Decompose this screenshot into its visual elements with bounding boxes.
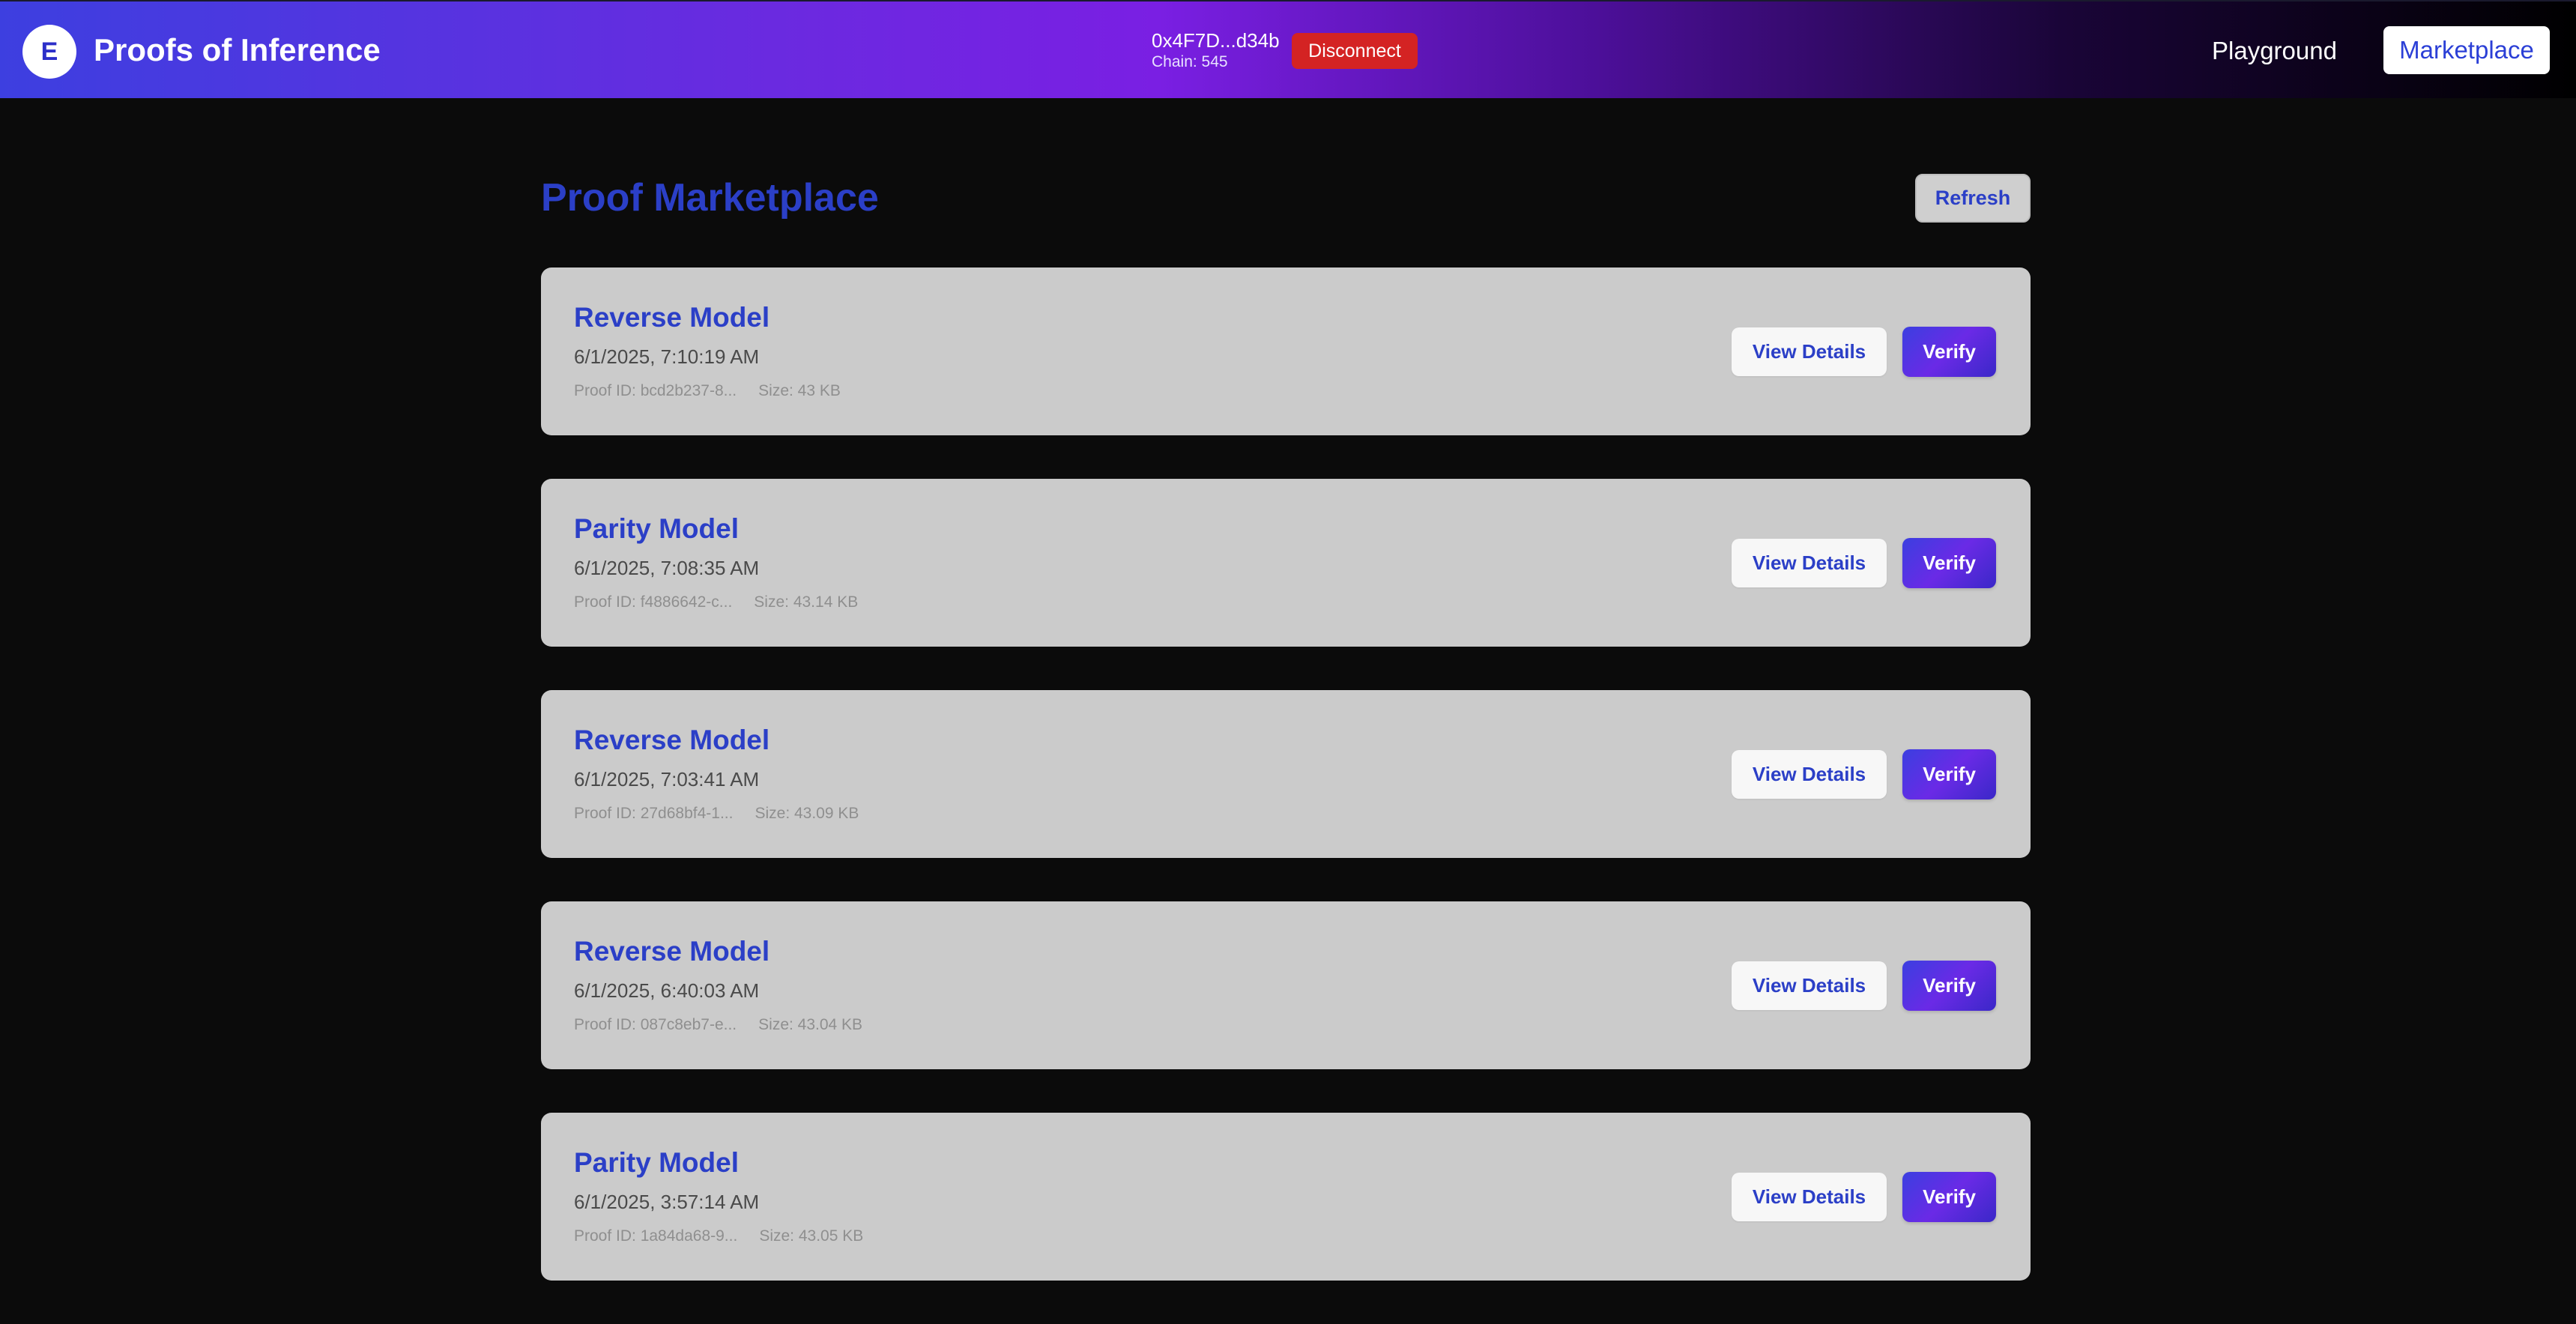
view-details-button[interactable]: View Details bbox=[1732, 750, 1887, 799]
proof-timestamp: 6/1/2025, 7:08:35 AM bbox=[574, 557, 760, 579]
proof-card: Parity Model 6/1/2025, 3:57:14 AM Proof … bbox=[541, 1113, 2031, 1281]
proof-model-name: Parity Model bbox=[574, 513, 739, 544]
refresh-button[interactable]: Refresh bbox=[1915, 174, 2031, 223]
nav-playground-link[interactable]: Playground bbox=[2212, 34, 2337, 67]
proof-timestamp: 6/1/2025, 3:57:14 AM bbox=[574, 1191, 760, 1213]
app-title[interactable]: Proofs of Inference bbox=[94, 30, 381, 70]
view-details-button[interactable]: View Details bbox=[1732, 1173, 1887, 1221]
nav-marketplace-link[interactable]: Marketplace bbox=[2383, 26, 2550, 74]
wallet-chain: Chain: 545 bbox=[1152, 53, 1228, 70]
view-details-button[interactable]: View Details bbox=[1732, 961, 1887, 1010]
proof-timestamp: 6/1/2025, 6:40:03 AM bbox=[574, 979, 760, 1002]
proof-model-name: Reverse Model bbox=[574, 302, 770, 333]
proof-model-name: Parity Model bbox=[574, 1147, 739, 1178]
verify-button[interactable]: Verify bbox=[1902, 961, 1996, 1011]
proof-id: Proof ID: bcd2b237-8... bbox=[574, 382, 737, 399]
verify-button[interactable]: Verify bbox=[1902, 749, 1996, 799]
proof-size: Size: 43.09 KB bbox=[755, 805, 859, 822]
verify-button[interactable]: Verify bbox=[1902, 538, 1996, 588]
proof-size: Size: 43 KB bbox=[758, 382, 841, 399]
proof-card: Reverse Model 6/1/2025, 6:40:03 AM Proof… bbox=[541, 901, 2031, 1069]
verify-button[interactable]: Verify bbox=[1902, 327, 1996, 377]
wallet-info: 0x4F7D...d34b Chain: 545 bbox=[1152, 28, 1280, 72]
view-details-button[interactable]: View Details bbox=[1732, 539, 1887, 587]
proof-card: Reverse Model 6/1/2025, 7:10:19 AM Proof… bbox=[541, 267, 2031, 435]
proof-meta: Proof ID: 27d68bf4-1... Size: 43.09 KB bbox=[574, 804, 859, 823]
proof-size: Size: 43.14 KB bbox=[754, 593, 859, 611]
proof-id: Proof ID: 27d68bf4-1... bbox=[574, 805, 734, 822]
proof-card: Reverse Model 6/1/2025, 7:03:41 AM Proof… bbox=[541, 690, 2031, 858]
proof-timestamp: 6/1/2025, 7:03:41 AM bbox=[574, 768, 760, 791]
proof-model-name: Reverse Model bbox=[574, 725, 770, 755]
proof-id: Proof ID: f4886642-c... bbox=[574, 593, 733, 611]
page-title: Proof Marketplace bbox=[541, 176, 879, 220]
proof-list: Reverse Model 6/1/2025, 7:10:19 AM Proof… bbox=[541, 267, 2031, 1324]
proof-model-name: Reverse Model bbox=[574, 936, 770, 967]
proof-meta: Proof ID: bcd2b237-8... Size: 43 KB bbox=[574, 381, 841, 401]
proof-meta: Proof ID: 087c8eb7-e... Size: 43.04 KB bbox=[574, 1015, 862, 1035]
proof-meta: Proof ID: 1a84da68-9... Size: 43.05 KB bbox=[574, 1227, 863, 1246]
proof-id: Proof ID: 1a84da68-9... bbox=[574, 1227, 738, 1245]
disconnect-button[interactable]: Disconnect bbox=[1292, 33, 1418, 69]
app-logo[interactable]: E bbox=[22, 25, 76, 79]
proof-meta: Proof ID: f4886642-c... Size: 43.14 KB bbox=[574, 593, 858, 612]
view-details-button[interactable]: View Details bbox=[1732, 327, 1887, 376]
top-nav-bar: E Proofs of Inference 0x4F7D...d34b Chai… bbox=[0, 0, 2576, 98]
proof-size: Size: 43.04 KB bbox=[758, 1016, 863, 1033]
proof-timestamp: 6/1/2025, 7:10:19 AM bbox=[574, 345, 760, 368]
wallet-address: 0x4F7D...d34b bbox=[1152, 29, 1280, 52]
proof-size: Size: 43.05 KB bbox=[759, 1227, 864, 1245]
proof-id: Proof ID: 087c8eb7-e... bbox=[574, 1016, 737, 1033]
proof-card: Parity Model 6/1/2025, 7:08:35 AM Proof … bbox=[541, 479, 2031, 647]
verify-button[interactable]: Verify bbox=[1902, 1172, 1996, 1222]
